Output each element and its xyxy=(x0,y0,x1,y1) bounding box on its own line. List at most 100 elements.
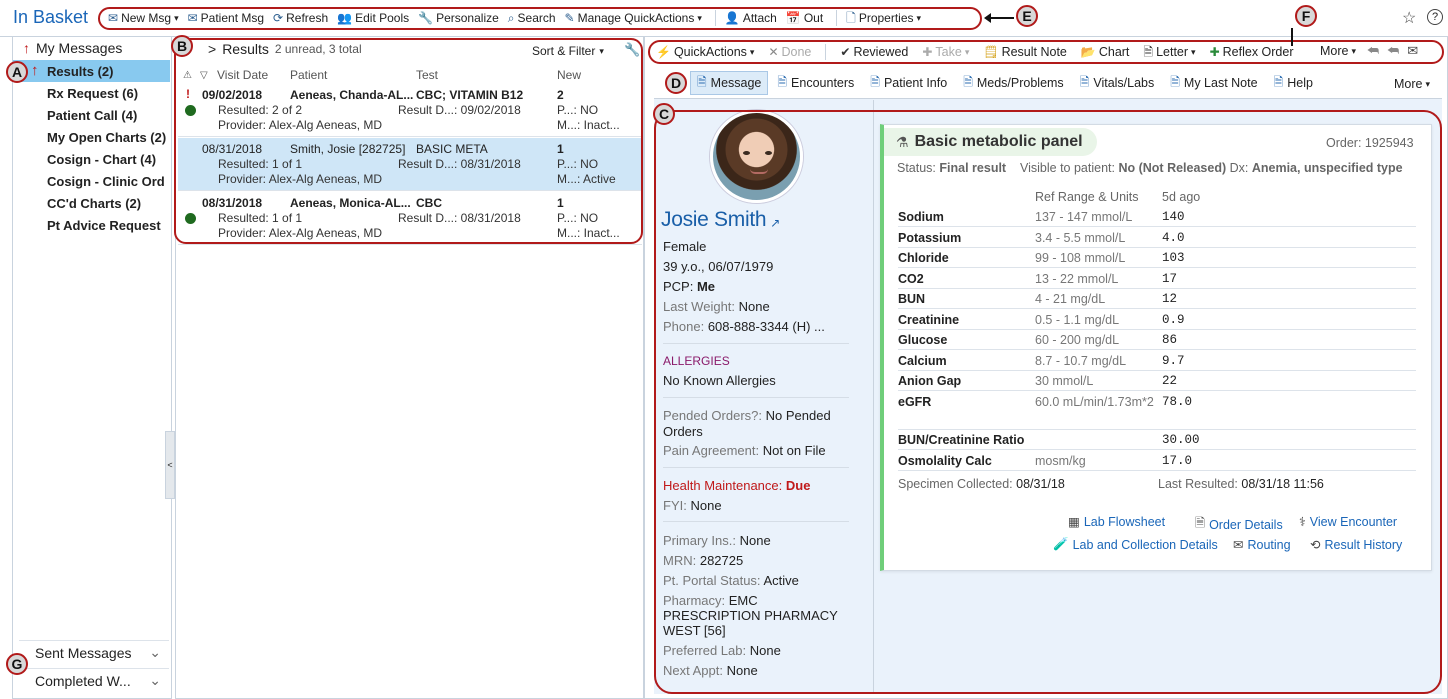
take-button[interactable]: ✚ Take ▾ xyxy=(922,45,969,59)
folder-item[interactable]: CC'd Charts (2) xyxy=(13,192,170,214)
specimen-collected: Specimen Collected: 08/31/18 xyxy=(898,477,1065,491)
edit-pools-button[interactable]: 👥 Edit Pools xyxy=(337,11,409,25)
reply-all-icon[interactable]: ⮪ xyxy=(1387,43,1399,59)
tab-encounters[interactable]: 🗎 Encounters xyxy=(770,71,861,95)
result-ref-range: 30 mmol/L xyxy=(1035,374,1094,388)
result-name: Osmolality Calc xyxy=(898,453,992,468)
folder-item[interactable]: Pt Advice Request xyxy=(13,214,170,236)
tab-meds-problems[interactable]: 🗎 Meds/Problems xyxy=(956,71,1071,95)
flag-icon: ! xyxy=(186,87,190,101)
caret-down-icon: ▾ xyxy=(599,45,604,56)
manage-quickactions-button[interactable]: ✎ Manage QuickActions ▾ xyxy=(565,11,702,25)
allergies-value: No Known Allergies xyxy=(663,373,776,388)
wrench-icon[interactable]: 🔧 xyxy=(624,42,640,58)
col-visit-date[interactable]: Visit Date xyxy=(217,68,268,82)
result-value: 17.0 xyxy=(1162,453,1193,468)
completed-folder[interactable]: Completed W... ⌄ xyxy=(19,668,169,692)
reply-icon[interactable]: ⮪ xyxy=(1367,43,1379,59)
collapse-sidebar-handle[interactable]: < xyxy=(165,431,175,499)
sent-messages-folder[interactable]: Sent Messages ⌄ xyxy=(19,640,169,664)
new-msg-button[interactable]: ✉ New Msg ▾ xyxy=(108,11,179,25)
result-note-button[interactable]: 🗒 Result Note xyxy=(983,45,1067,59)
routing-link[interactable]: ✉ Routing xyxy=(1233,537,1291,553)
message-row[interactable]: ! 09/02/2018 Aeneas, Chanda-AL... CBC; VITA… xyxy=(178,84,642,137)
patient-msg-button[interactable]: ✉ Patient Msg xyxy=(188,11,264,25)
app-title: In Basket xyxy=(13,7,89,27)
result-ref-range: 60.0 mL/min/1.73m*2 xyxy=(1035,394,1154,409)
stethoscope-icon: ⚕ xyxy=(1299,515,1306,529)
done-button[interactable]: ✕ Done xyxy=(768,45,811,59)
caret-down-icon: ▾ xyxy=(174,12,179,23)
tab-help[interactable]: 🗎 Help xyxy=(1267,71,1320,95)
lab-flowsheet-link[interactable]: ▦ Lab Flowsheet xyxy=(1068,514,1165,530)
row-date: 08/31/2018 xyxy=(202,196,263,210)
personalize-button[interactable]: 🔧 Personalize xyxy=(418,11,499,25)
message-row[interactable]: 08/31/2018 Aeneas, Monica-AL... CBC 1 Result… xyxy=(178,192,642,245)
col-test[interactable]: Test xyxy=(416,68,438,82)
message-row[interactable]: 08/31/2018 Smith, Josie [282725] BASIC MET… xyxy=(178,138,642,191)
result-ref-range: 137 - 147 mmol/L xyxy=(1035,210,1133,224)
result-note-icon: 🗒 xyxy=(983,45,999,59)
result-row: Anion Gap 30 mmol/L 22 xyxy=(898,371,1416,391)
help-icon[interactable]: ? xyxy=(1427,9,1443,25)
callout-e-arrow xyxy=(984,13,1014,23)
actions-more-button[interactable]: More ▾ xyxy=(1320,44,1356,58)
alert-column-icon[interactable]: ⚠ xyxy=(183,70,192,81)
health-maintenance[interactable]: Health Maintenance: Due xyxy=(663,478,843,494)
properties-button[interactable]: 🗋 Properties ▾ xyxy=(846,11,921,25)
star-icon[interactable]: ☆ xyxy=(1402,8,1416,28)
patient-name-link[interactable]: Josie Smith ↗ xyxy=(661,208,780,232)
attach-button[interactable]: 👤 Attach xyxy=(725,11,777,25)
title-bar: In Basket ✉ New Msg ▾ ✉ Patient Msg ⟳ Refresh 👥… xyxy=(0,0,1448,37)
folder-item[interactable]: My Open Charts (2) xyxy=(13,126,170,148)
history-icon: ⟲ xyxy=(1310,538,1321,552)
tab-my-last-note[interactable]: 🗎 My Last Note xyxy=(1163,71,1264,95)
result-history-link[interactable]: ⟲ Result History xyxy=(1310,537,1402,553)
folder-item[interactable]: Rx Request (6) xyxy=(13,82,170,104)
tab-message[interactable]: 🗎 Message xyxy=(690,71,769,95)
filter-column-icon[interactable]: ▽ xyxy=(200,70,208,81)
refresh-button[interactable]: ⟳ Refresh xyxy=(273,11,328,25)
letter-button[interactable]: 🗎 Letter ▾ xyxy=(1143,45,1195,59)
test-tube-icon: 🧪 xyxy=(1053,537,1069,551)
search-button[interactable]: ⌕ Search xyxy=(508,11,556,25)
row-m: M...: Active xyxy=(557,172,616,186)
edit-pools-icon: 👥 xyxy=(337,11,353,25)
reviewed-button[interactable]: ✔ Reviewed xyxy=(840,45,908,59)
row-date: 09/02/2018 xyxy=(202,88,263,102)
order-details-link[interactable]: 🗎 Order Details xyxy=(1195,514,1283,535)
row-date: 08/31/2018 xyxy=(202,142,263,156)
grid-icon: ▦ xyxy=(1068,515,1080,529)
tab-vitals-labs[interactable]: 🗎 Vitals/Labs xyxy=(1073,71,1162,95)
folder-item[interactable]: Cosign - Chart (4) xyxy=(13,148,170,170)
result-value: 30.00 xyxy=(1162,433,1200,447)
lab-collection-details-link[interactable]: 🧪 Lab and Collection Details xyxy=(1053,537,1218,552)
col-patient[interactable]: Patient xyxy=(290,68,327,82)
mrn: MRN: 282725 xyxy=(663,553,744,568)
toolbar-separator xyxy=(714,10,716,26)
reflex-order-button[interactable]: ✚ Reflex Order xyxy=(1210,45,1294,59)
folder-item[interactable]: Patient Call (4) xyxy=(13,104,170,126)
patient-name: Josie Smith xyxy=(661,208,767,231)
out-button[interactable]: 📅 Out xyxy=(786,11,823,25)
col-new[interactable]: New xyxy=(557,68,581,82)
tab-patient-info[interactable]: 🗎 Patient Info xyxy=(863,71,954,95)
result-name: Potassium xyxy=(898,230,962,245)
view-encounter-link[interactable]: ⚕ View Encounter xyxy=(1299,514,1397,530)
result-row: BUN/Creatinine Ratio 30.00 xyxy=(898,430,1416,450)
double-chevron-down-icon: ⌄ xyxy=(149,672,161,688)
result-ref-range: 0.5 - 1.1 mg/dL xyxy=(1035,312,1120,327)
result-value: 0.9 xyxy=(1162,312,1185,327)
chart-button[interactable]: 📂 Chart xyxy=(1081,45,1130,59)
my-messages-header[interactable]: ↑ My Messages xyxy=(23,40,122,56)
sort-filter-button[interactable]: Sort & Filter ▾ xyxy=(532,44,604,58)
tabs-more-button[interactable]: More ▾ xyxy=(1394,77,1430,91)
result-value: 78.0 xyxy=(1162,394,1193,409)
expand-chevron[interactable]: > xyxy=(208,41,216,57)
row-result-date: Result D...: 08/31/2018 xyxy=(398,211,521,225)
folder-item[interactable]: Cosign - Clinic Ord xyxy=(13,170,170,192)
row-result-date: Result D...: 09/02/2018 xyxy=(398,103,521,117)
forward-icon[interactable]: ✉ xyxy=(1407,43,1418,59)
quickactions-button[interactable]: ⚡ QuickActions ▾ xyxy=(656,45,754,59)
result-name: BUN xyxy=(898,292,926,306)
